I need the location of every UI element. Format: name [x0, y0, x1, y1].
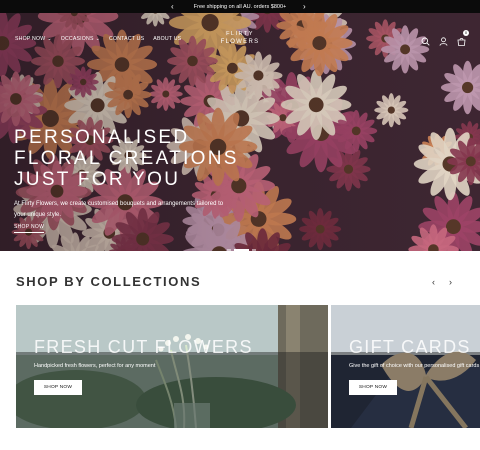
nav-item-contact-us[interactable]: CONTACT US [109, 36, 144, 42]
main-nav: SHOP NOW ⌄ OCCASIONS ⌄ CONTACT US ABOUT … [15, 36, 181, 42]
logo-line-2: FLOWERS [220, 39, 260, 45]
nav-item-occasions[interactable]: OCCASIONS ⌄ [61, 36, 100, 42]
collections-arrows: ‹ › [432, 277, 452, 287]
slide-dot-active[interactable] [234, 249, 249, 251]
announcement-prev-arrow[interactable]: ‹ [171, 0, 174, 13]
hero-title-line: PERSONALISED [14, 127, 190, 148]
card-description: Handpicked fresh flowers, perfect for an… [34, 363, 156, 369]
account-icon[interactable] [439, 33, 448, 46]
chevron-down-icon: ⌄ [47, 36, 52, 42]
nav-item-shop-now[interactable]: SHOP NOW ⌄ [15, 36, 52, 42]
hero-banner: SHOP NOW ⌄ OCCASIONS ⌄ CONTACT US ABOUT … [0, 13, 480, 251]
card-shop-now-button[interactable]: SHOP NOW [34, 380, 82, 395]
collection-card-gift-cards[interactable]: GIFT CARDS Give the gift of choice with … [331, 305, 480, 428]
cart-count-badge: 0 [463, 30, 469, 36]
announcement-bar: ‹ Free shipping on all AU. orders $800+ … [0, 0, 480, 13]
card-title: GIFT CARDS [349, 337, 471, 357]
hero-title-line: JUST FOR YOU [14, 169, 181, 190]
announcement-text: Free shipping on all AU. orders $800+ [193, 3, 287, 10]
slide-dot[interactable] [227, 249, 231, 251]
hero-title-line: FLORAL CREATIONS [14, 148, 239, 169]
hero-description: At Flirty Flowers, we create customised … [14, 201, 224, 218]
chevron-down-icon: ⌄ [95, 36, 101, 42]
nav-label: SHOP NOW [15, 36, 46, 42]
cart-icon[interactable]: 0 [457, 30, 469, 46]
header-icons: 0 [421, 30, 469, 46]
site-logo[interactable]: FLIRTY FLOWERS [215, 30, 265, 46]
collections-heading: SHOP BY COLLECTIONS [16, 274, 202, 289]
slide-dot[interactable] [252, 249, 256, 251]
search-icon[interactable] [421, 33, 430, 46]
collections-prev-arrow[interactable]: ‹ [432, 277, 435, 287]
card-title: FRESH CUT FLOWERS [34, 337, 253, 357]
nav-label: ABOUT US [153, 36, 182, 42]
logo-line-1: FLIRTY [226, 31, 254, 37]
hero-title: PERSONALISED FLORAL CREATIONS JUST FOR Y… [14, 127, 239, 190]
collections-next-arrow[interactable]: › [449, 277, 452, 287]
nav-label: OCCASIONS [60, 36, 94, 42]
slideshow-dots [227, 249, 256, 251]
collection-card-fresh-cut-flowers[interactable]: FRESH CUT FLOWERS Handpicked fresh flowe… [16, 305, 328, 428]
hero-shop-now-link[interactable]: SHOP NOW [14, 224, 45, 233]
card-shop-now-button[interactable]: SHOP NOW [349, 380, 397, 395]
card-description: Give the gift of choice with our persona… [349, 363, 480, 369]
nav-item-about-us[interactable]: ABOUT US [153, 36, 181, 42]
announcement-next-arrow[interactable]: › [303, 0, 306, 13]
nav-label: CONTACT US [109, 36, 145, 42]
